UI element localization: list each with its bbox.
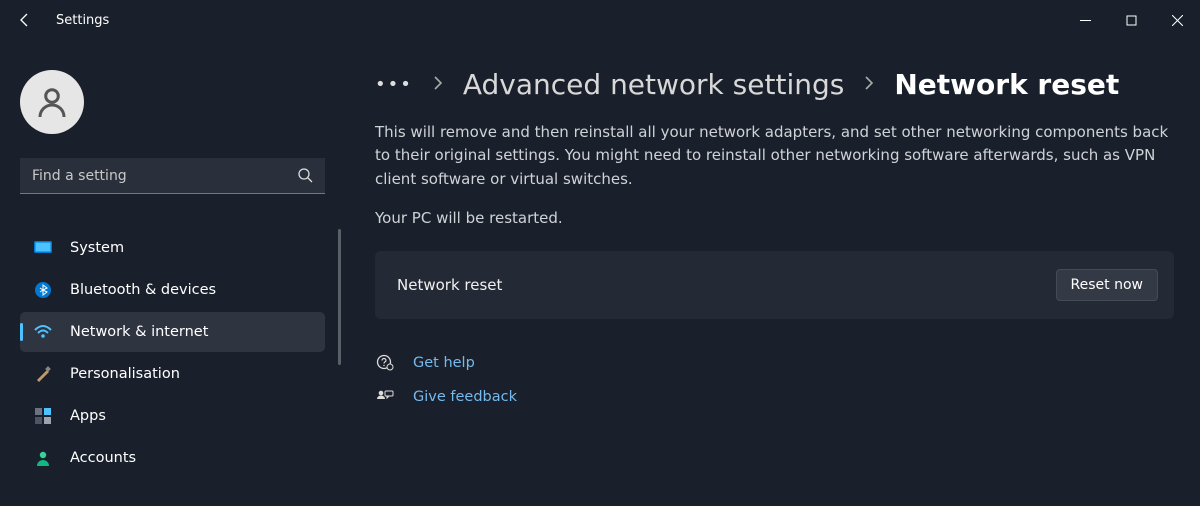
network-reset-card: Network reset Reset now — [375, 251, 1174, 319]
breadcrumb-parent[interactable]: Advanced network settings — [463, 68, 844, 101]
bluetooth-icon — [34, 281, 52, 299]
app-title: Settings — [56, 13, 109, 28]
titlebar: Settings — [0, 0, 1200, 40]
feedback-icon — [375, 387, 395, 407]
close-button[interactable] — [1154, 0, 1200, 40]
sidebar-item-bluetooth[interactable]: Bluetooth & devices — [20, 270, 325, 310]
monitor-icon — [34, 239, 52, 257]
sidebar-item-network[interactable]: Network & internet — [20, 312, 325, 352]
breadcrumb-more-icon[interactable]: ••• — [375, 74, 413, 95]
page-description: This will remove and then reinstall all … — [375, 121, 1174, 191]
avatar[interactable] — [20, 70, 84, 134]
sidebar-item-apps[interactable]: Apps — [20, 396, 325, 436]
paintbrush-icon — [34, 365, 52, 383]
back-button[interactable] — [0, 0, 50, 40]
breadcrumb: ••• Advanced network settings Network re… — [375, 68, 1174, 101]
person-icon — [34, 449, 52, 467]
page-title: Network reset — [894, 68, 1119, 101]
give-feedback-link[interactable]: Give feedback — [413, 389, 517, 405]
card-label: Network reset — [391, 276, 502, 294]
sidebar-item-label: Apps — [70, 408, 106, 424]
sidebar-item-label: Personalisation — [70, 366, 180, 382]
get-help-link[interactable]: Get help — [413, 355, 475, 371]
chevron-right-icon — [864, 75, 874, 94]
search-input[interactable] — [20, 158, 325, 194]
reset-now-button[interactable]: Reset now — [1056, 269, 1158, 301]
search-icon — [297, 167, 313, 187]
sidebar-item-label: Accounts — [70, 450, 136, 466]
sidebar-item-personalisation[interactable]: Personalisation — [20, 354, 325, 394]
apps-icon — [34, 407, 52, 425]
sidebar-item-label: Bluetooth & devices — [70, 282, 216, 298]
wifi-icon — [34, 323, 52, 341]
help-icon — [375, 353, 395, 373]
scrollbar-track[interactable] — [338, 229, 341, 365]
chevron-right-icon — [433, 75, 443, 94]
restart-note: Your PC will be restarted. — [375, 209, 1174, 227]
maximize-button[interactable] — [1108, 0, 1154, 40]
sidebar-item-label: System — [70, 240, 124, 256]
minimize-button[interactable] — [1062, 0, 1108, 40]
sidebar-item-label: Network & internet — [70, 324, 208, 340]
sidebar-item-system[interactable]: System — [20, 228, 325, 268]
sidebar-item-accounts[interactable]: Accounts — [20, 438, 325, 478]
